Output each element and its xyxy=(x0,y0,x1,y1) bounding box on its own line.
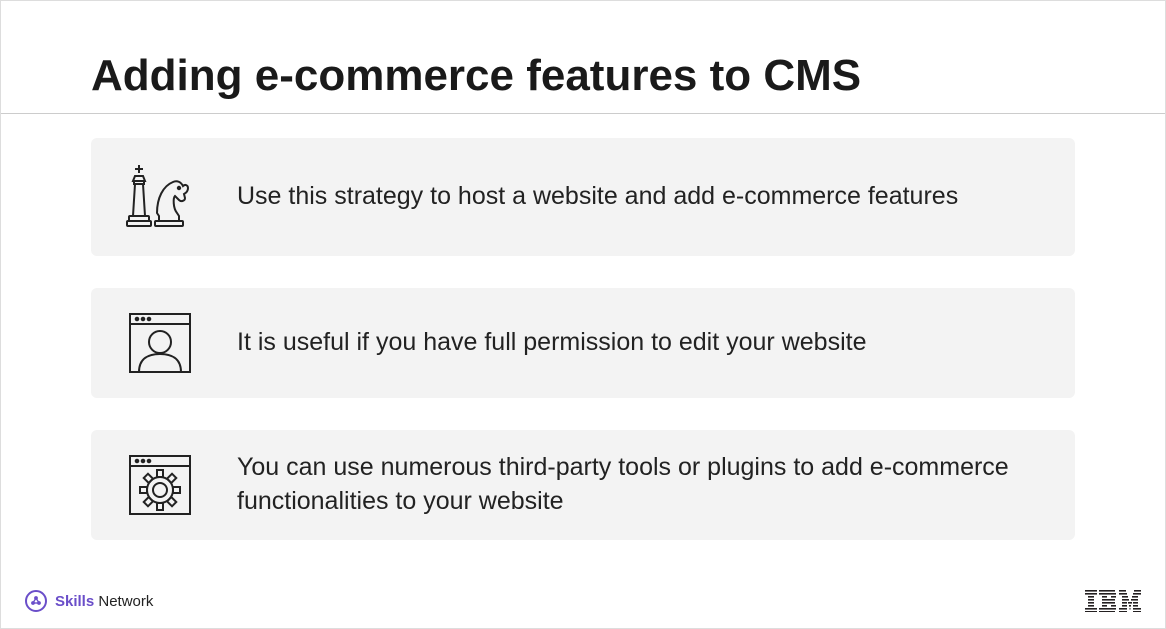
chess-pieces-icon xyxy=(121,158,199,236)
info-row-strategy: Use this strategy to host a website and … xyxy=(91,138,1075,256)
skills-network-icon xyxy=(25,590,47,612)
content-rows: Use this strategy to host a website and … xyxy=(1,138,1165,540)
row-text: It is useful if you have full permission… xyxy=(237,326,866,360)
user-window-icon xyxy=(121,308,199,378)
row-text: Use this strategy to host a website and … xyxy=(237,180,958,214)
slide-title: Adding e-commerce features to CMS xyxy=(1,1,1165,114)
footer: Skills Network xyxy=(25,590,1141,612)
row-text: You can use numerous third-party tools o… xyxy=(237,451,1045,519)
info-row-plugins: You can use numerous third-party tools o… xyxy=(91,430,1075,540)
gear-window-icon xyxy=(121,450,199,520)
info-row-permission: It is useful if you have full permission… xyxy=(91,288,1075,398)
skills-network-branding: Skills Network xyxy=(25,590,153,612)
skills-network-text: Skills Network xyxy=(55,593,153,610)
ibm-logo xyxy=(1085,590,1141,612)
